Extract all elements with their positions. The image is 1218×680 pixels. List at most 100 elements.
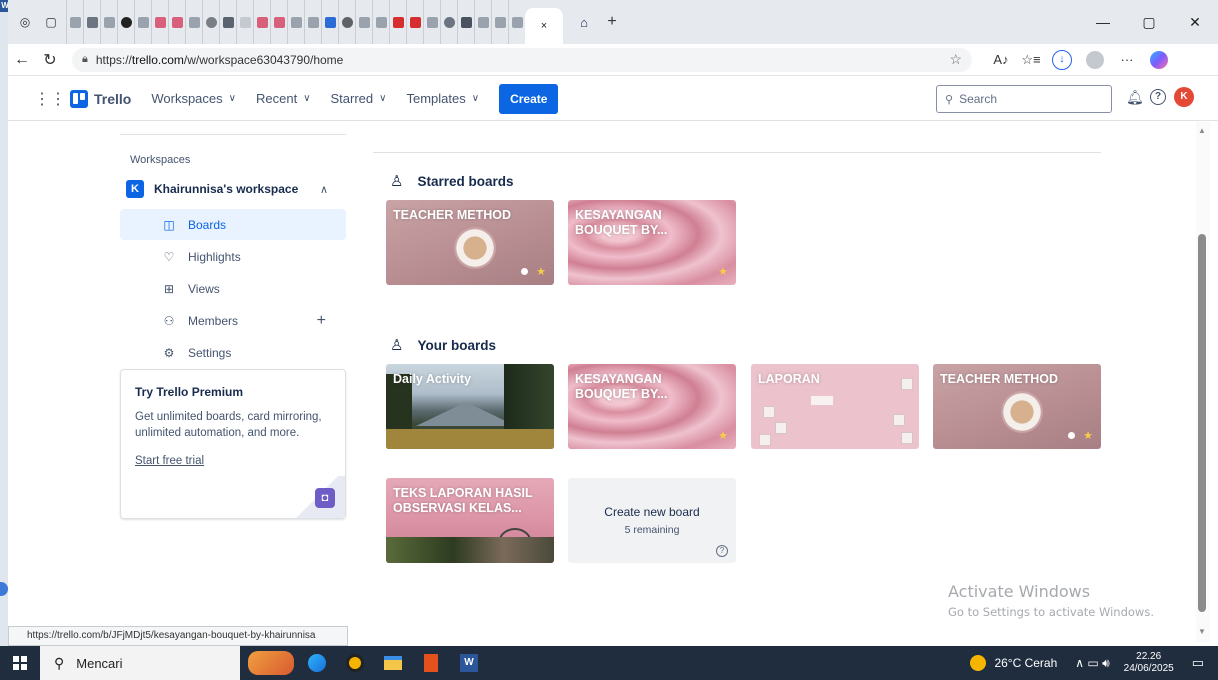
- url-field[interactable]: 🔒︎ https://trello.com/w/workspace6304379…: [72, 47, 972, 72]
- search-input[interactable]: ⚲ Search: [936, 85, 1112, 113]
- edge-browser-icon[interactable]: [302, 651, 332, 675]
- star-icon[interactable]: ★: [718, 429, 728, 442]
- tab-close-icon[interactable]: ×: [541, 20, 547, 32]
- tab[interactable]: [508, 0, 525, 44]
- tab[interactable]: [355, 0, 372, 44]
- board-tile[interactable]: TEKS LAPORAN HASIL OBSERVASI KELAS...: [386, 478, 554, 563]
- help-icon[interactable]: ?: [716, 545, 728, 557]
- tab[interactable]: [287, 0, 304, 44]
- star-icon[interactable]: ★: [718, 265, 728, 278]
- tab[interactable]: [66, 0, 83, 44]
- tab[interactable]: [372, 0, 389, 44]
- starred-board-tile[interactable]: TEACHER METHOD ★: [386, 200, 554, 285]
- tab[interactable]: [83, 0, 100, 44]
- weather-text[interactable]: 26°C Cerah: [994, 656, 1057, 670]
- star-icon[interactable]: ★: [536, 265, 546, 278]
- notification-center-icon[interactable]: ▭: [1192, 655, 1204, 671]
- scrollbar-thumb[interactable]: [1198, 234, 1206, 612]
- chevron-up-icon[interactable]: ∧: [320, 183, 328, 196]
- nav-workspaces[interactable]: Workspaces ∨: [151, 91, 236, 106]
- app-icon[interactable]: [340, 651, 370, 675]
- scroll-down-icon[interactable]: ▼: [1198, 627, 1206, 636]
- tab[interactable]: [236, 0, 253, 44]
- board-tile[interactable]: Daily Activity: [386, 364, 554, 449]
- starred-board-tile[interactable]: KESAYANGAN BOUQUET BY... ★: [568, 200, 736, 285]
- favorite-star-icon[interactable]: ☆: [949, 51, 962, 68]
- clock[interactable]: 22.26 24/06/2025: [1124, 651, 1174, 675]
- tab[interactable]: [202, 0, 219, 44]
- tab[interactable]: [474, 0, 491, 44]
- watermark-title: Activate Windows: [948, 582, 1091, 601]
- page-scrollbar[interactable]: ▲ ▼: [1196, 122, 1210, 642]
- tab[interactable]: [338, 0, 355, 44]
- taskbar-widget-icon[interactable]: [248, 651, 294, 675]
- create-button[interactable]: Create: [499, 83, 559, 114]
- tab[interactable]: [134, 0, 151, 44]
- tab[interactable]: [219, 0, 236, 44]
- office-icon[interactable]: [416, 651, 446, 675]
- word-icon[interactable]: W: [454, 651, 484, 675]
- profile-icon[interactable]: [1086, 50, 1104, 69]
- tab[interactable]: [253, 0, 270, 44]
- start-button[interactable]: [0, 646, 40, 680]
- board-tile[interactable]: KESAYANGAN BOUQUET BY... ★: [568, 364, 736, 449]
- back-icon[interactable]: ←: [8, 51, 36, 69]
- active-tab[interactable]: ×: [525, 8, 563, 44]
- tab[interactable]: [100, 0, 117, 44]
- tab[interactable]: [185, 0, 202, 44]
- tab[interactable]: [406, 0, 423, 44]
- workspaces-icon[interactable]: ◎: [16, 13, 34, 31]
- weather-icon[interactable]: [970, 655, 987, 671]
- minimize-icon[interactable]: —: [1080, 0, 1126, 44]
- nav-templates[interactable]: Templates ∨: [406, 91, 479, 106]
- download-icon[interactable]: ↓: [1052, 49, 1072, 70]
- tab[interactable]: [304, 0, 321, 44]
- new-tab-button[interactable]: +: [601, 13, 623, 31]
- help-icon[interactable]: ?: [1150, 89, 1166, 105]
- file-explorer-icon[interactable]: [378, 651, 408, 675]
- tab[interactable]: [117, 0, 134, 44]
- maximize-icon[interactable]: ▢: [1126, 0, 1172, 44]
- trello-logo[interactable]: Trello: [70, 89, 131, 108]
- scroll-up-icon[interactable]: ▲: [1198, 126, 1206, 135]
- search-icon: ⚲: [945, 93, 954, 106]
- taskbar-search[interactable]: ⚲ Mencari: [40, 646, 240, 680]
- app-switcher-icon[interactable]: ⋮⋮⋮: [34, 89, 82, 109]
- workspace-toggle[interactable]: K Khairunnisa's workspace ∧: [126, 177, 346, 201]
- sidebar-item-views[interactable]: ⊞ Views: [120, 273, 346, 304]
- page-content: Workspaces K Khairunnisa's workspace ∧ ◫…: [8, 122, 1218, 642]
- tab[interactable]: [440, 0, 457, 44]
- sidebar-item-members[interactable]: ⚇ Members +: [120, 305, 346, 336]
- add-member-icon[interactable]: +: [317, 312, 326, 330]
- tab[interactable]: [423, 0, 440, 44]
- sidebar-item-boards[interactable]: ◫ Boards: [120, 209, 346, 240]
- copilot-icon[interactable]: [1150, 50, 1168, 69]
- star-icon[interactable]: ★: [1083, 429, 1093, 442]
- sidebar-item-highlights[interactable]: ♡ Highlights: [120, 241, 346, 272]
- read-aloud-icon[interactable]: A♪: [986, 52, 1016, 67]
- tab[interactable]: [491, 0, 508, 44]
- tab[interactable]: [321, 0, 338, 44]
- close-window-icon[interactable]: ✕: [1172, 0, 1218, 44]
- tab[interactable]: [457, 0, 474, 44]
- refresh-icon[interactable]: ↻: [36, 50, 64, 70]
- notifications-bell-icon[interactable]: 🔔︎: [1126, 89, 1144, 106]
- tray-indicators-icon[interactable]: ∧ ▭ 🔊︎: [1075, 656, 1109, 671]
- favorites-icon[interactable]: ☆≡: [1016, 52, 1046, 68]
- board-tile[interactable]: TEACHER METHOD ★: [933, 364, 1101, 449]
- tab[interactable]: [389, 0, 406, 44]
- nav-recent[interactable]: Recent ∨: [256, 91, 311, 106]
- create-new-board-tile[interactable]: Create new board 5 remaining ?: [568, 478, 736, 563]
- collections-icon[interactable]: ⌂: [573, 15, 595, 30]
- tab[interactable]: [270, 0, 287, 44]
- tab[interactable]: [151, 0, 168, 44]
- board-tile[interactable]: LAPORAN: [751, 364, 919, 449]
- start-free-trial-link[interactable]: Start free trial: [135, 455, 331, 467]
- tab[interactable]: [168, 0, 185, 44]
- tab-actions-icon[interactable]: ▢: [42, 13, 60, 31]
- more-icon[interactable]: ···: [1112, 52, 1142, 67]
- sidebar-item-settings[interactable]: ⚙ Settings: [120, 337, 346, 368]
- nav-starred[interactable]: Starred ∨: [331, 91, 387, 106]
- lock-icon[interactable]: 🔒︎: [82, 53, 88, 66]
- user-avatar[interactable]: K: [1174, 87, 1194, 107]
